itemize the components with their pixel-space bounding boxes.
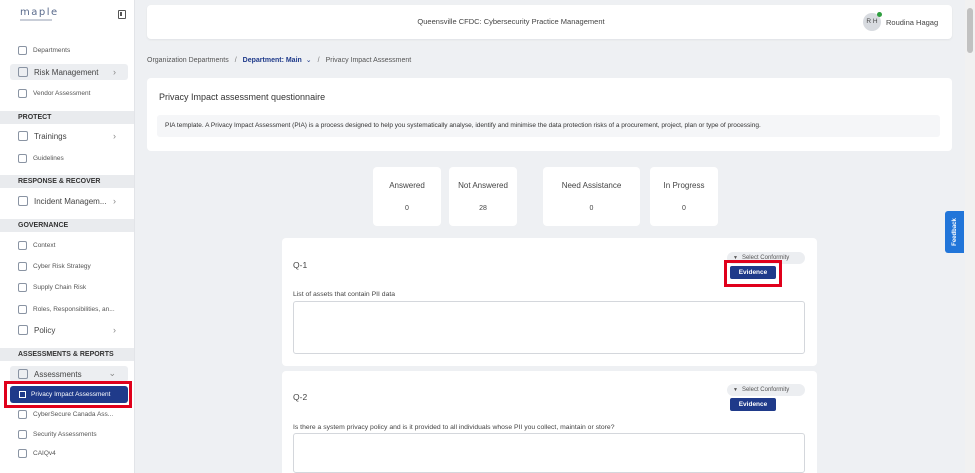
risk-icon <box>18 67 28 77</box>
question-number: Q-1 <box>293 260 308 270</box>
question-card: Q-2 ▼ Select Conformity Evidence Is there… <box>282 371 817 473</box>
topbar: Queensville CFDC: Cybersecurity Practice… <box>147 5 952 39</box>
maple-logo: maple <box>20 7 59 18</box>
stat-in-progress[interactable]: In Progress 0 <box>650 167 718 226</box>
stat-answered[interactable]: Answered 0 <box>373 167 441 226</box>
trainings-icon <box>18 131 28 141</box>
answer-textarea[interactable] <box>293 433 805 473</box>
sidebar-item-context[interactable]: Context <box>18 241 55 250</box>
sidebar-item-incident-management[interactable]: Incident Managem... <box>18 196 106 206</box>
security-icon <box>18 430 27 439</box>
section-governance: GOVERNANCE <box>0 219 134 232</box>
sidebar-item-trainings[interactable]: Trainings <box>18 131 67 141</box>
departments-icon <box>18 46 27 55</box>
sidebar-item-assessments[interactable]: Assessments <box>18 369 82 379</box>
breadcrumb-department[interactable]: Department: Main <box>243 57 302 64</box>
sidebar-item-cyber-risk-strategy[interactable]: Cyber Risk Strategy <box>18 262 91 271</box>
guidelines-icon <box>18 154 27 163</box>
sidebar-item-departments[interactable]: Departments <box>18 46 70 55</box>
scrollbar-track[interactable] <box>965 0 975 473</box>
section-response-recover: RESPONSE & RECOVER <box>0 175 134 188</box>
section-protect: PROTECT <box>0 111 134 124</box>
question-card: Q-1 ▼ Select Conformity Evidence List of … <box>282 238 817 366</box>
evidence-button[interactable]: Evidence <box>730 398 776 411</box>
user-name[interactable]: Roudina Hagag <box>886 18 938 27</box>
answer-textarea[interactable] <box>293 301 805 354</box>
highlight-box <box>4 381 132 408</box>
breadcrumb-current: Privacy Impact Assessment <box>325 56 412 64</box>
strategy-icon <box>18 262 27 271</box>
sidebar-item-supply-chain-risk[interactable]: Supply Chain Risk <box>18 283 86 292</box>
sidebar-item-caiqv4[interactable]: CAIQv4 <box>18 449 56 458</box>
assessments-icon <box>18 369 28 379</box>
sidebar-item-risk-management[interactable]: Risk Management <box>18 67 98 77</box>
section-assessments-reports: ASSESSMENTS & REPORTS <box>0 348 134 361</box>
vendor-icon <box>18 89 27 98</box>
page-title: Queensville CFDC: Cybersecurity Practice… <box>417 17 605 26</box>
chevron-right-icon: › <box>113 325 116 335</box>
chevron-right-icon: › <box>113 131 116 141</box>
feedback-tab[interactable]: Feedback <box>945 211 964 253</box>
breadcrumb-root[interactable]: Organization Departments <box>147 57 229 64</box>
sidebar: maple Departments Risk Management › Vend… <box>0 0 135 473</box>
question-text: Is there a system privacy policy and is … <box>293 424 615 431</box>
stat-need-assistance[interactable]: Need Assistance 0 <box>543 167 640 226</box>
sidebar-item-roles[interactable]: Roles, Responsibilities, an... <box>18 305 115 314</box>
questionnaire-header: Privacy Impact assessment questionnaire … <box>147 78 952 151</box>
chevron-down-icon: ⌄ <box>108 368 116 378</box>
policy-icon <box>18 325 28 335</box>
stat-not-answered[interactable]: Not Answered 28 <box>449 167 517 226</box>
chevron-right-icon: › <box>113 196 116 206</box>
breadcrumb: Organization Departments / Department: M… <box>147 56 412 65</box>
sidebar-item-guidelines[interactable]: Guidelines <box>18 154 64 163</box>
sidebar-collapse-icon[interactable] <box>118 10 126 19</box>
question-number: Q-2 <box>293 392 308 402</box>
chevron-down-icon[interactable]: ⌄ <box>306 56 312 64</box>
question-text: List of assets that contain PII data <box>293 291 396 298</box>
caret-down-icon: ▼ <box>733 387 738 393</box>
canada-icon <box>18 410 27 419</box>
logo-tagline <box>20 19 52 21</box>
questionnaire-title: Privacy Impact assessment questionnaire <box>159 92 326 102</box>
supply-chain-icon <box>18 283 27 292</box>
sidebar-item-security-assessments[interactable]: Security Assessments <box>18 430 97 439</box>
sidebar-item-vendor-assessment[interactable]: Vendor Assessment <box>18 89 90 98</box>
caiq-icon <box>18 449 27 458</box>
scrollbar-thumb[interactable] <box>967 8 973 53</box>
roles-icon <box>18 305 27 314</box>
context-icon <box>18 241 27 250</box>
incident-icon <box>18 196 28 206</box>
online-status-dot <box>877 12 882 17</box>
chevron-right-icon: › <box>113 67 116 77</box>
highlight-box <box>724 260 782 287</box>
sidebar-item-cybersecure-canada[interactable]: CyberSecure Canada Ass... <box>18 410 113 419</box>
sidebar-item-policy[interactable]: Policy <box>18 325 55 335</box>
select-conformity-dropdown[interactable]: ▼ Select Conformity <box>727 384 805 396</box>
questionnaire-description: PIA template. A Privacy Impact Assessmen… <box>157 115 940 137</box>
